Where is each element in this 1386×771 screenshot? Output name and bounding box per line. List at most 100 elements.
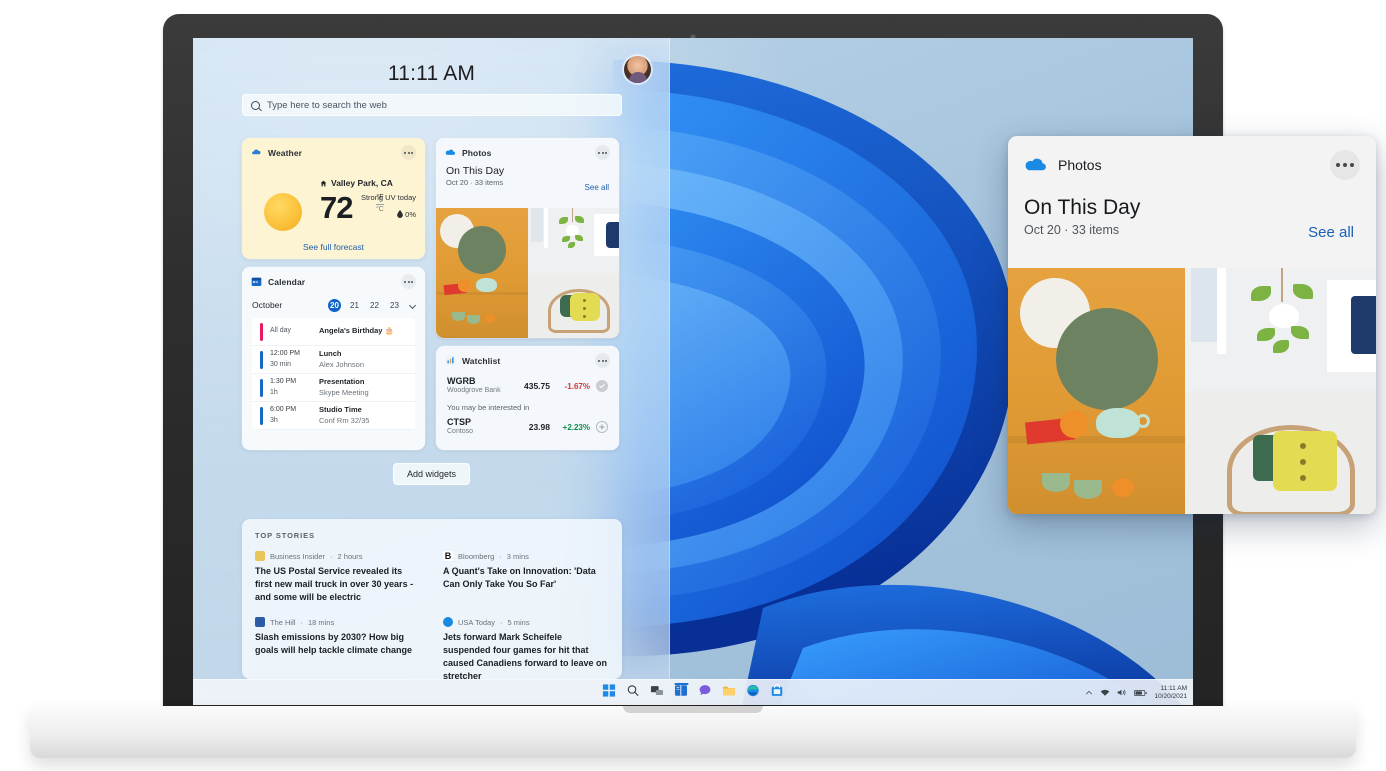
task-view-button[interactable] — [650, 684, 664, 702]
news-source: USA Today — [458, 617, 495, 627]
widgets-clock: 11:11 AM — [387, 62, 476, 85]
battery-icon[interactable] — [1134, 684, 1148, 702]
photos-expanded-header: Photos — [1008, 136, 1376, 180]
news-feed: TOP STORIES Business Insider · 2 hours T… — [242, 519, 622, 679]
more-options-icon[interactable] — [595, 353, 610, 368]
store-button[interactable] — [771, 684, 784, 702]
calendar-nav: October 20 21 22 23 — [242, 294, 425, 316]
news-headline[interactable]: Slash emissions by 2030? How big goals w… — [255, 631, 421, 657]
taskbar: 11:11 AM 10/20/2021 — [193, 679, 1193, 705]
calendar-day-21[interactable]: 21 — [348, 301, 361, 310]
photo-thumbnail-plant[interactable] — [527, 208, 619, 273]
onedrive-cloud-icon — [1025, 158, 1046, 171]
news-source-row: B Bloomberg · 3 mins — [443, 551, 609, 561]
chart-bar-icon — [445, 356, 456, 365]
photo-thumbnails-right[interactable] — [1184, 268, 1376, 514]
weather-unit-c[interactable]: °C — [376, 203, 384, 216]
calendar-event[interactable]: 1:30 PM 1h Presentation Skype Meeting — [252, 374, 415, 402]
chat-button[interactable] — [699, 684, 712, 702]
more-options-icon[interactable] — [1330, 150, 1360, 180]
calendar-widget-title: Calendar — [268, 276, 306, 287]
weather-widget-header: Weather — [242, 138, 425, 165]
clock-tray[interactable]: 11:11 AM 10/20/2021 — [1154, 685, 1187, 701]
plus-circle-icon[interactable] — [596, 421, 608, 433]
more-options-icon[interactable] — [595, 145, 610, 160]
more-options-icon[interactable] — [401, 274, 416, 289]
event-color-bar — [260, 378, 263, 397]
watchlist-widget[interactable]: Watchlist WGRB Woodgrove Bank 435.75 -1.… — [436, 346, 619, 450]
droplet-icon — [397, 210, 403, 218]
stock-symbol-block: CTSP Contoso — [447, 417, 519, 436]
more-options-icon[interactable] — [401, 145, 416, 160]
news-separator: · — [499, 617, 503, 627]
news-headline[interactable]: Jets forward Mark Scheifele suspended fo… — [443, 631, 609, 679]
calendar-event-list: All day Angela's Birthday 🎂 12:00 PM 30 … — [252, 318, 415, 430]
watchlist-suggestion-label: You may be interested in — [447, 403, 530, 412]
laptop-mockup: 11:11 AM Type here to search the web Wea… — [0, 0, 1386, 771]
see-full-forecast-link[interactable]: See full forecast — [242, 242, 425, 252]
news-story[interactable]: Business Insider · 2 hours The US Postal… — [255, 551, 421, 603]
start-button[interactable] — [602, 684, 616, 702]
event-time: 1:30 PM 1h — [270, 377, 312, 397]
chevron-down-icon[interactable] — [408, 301, 417, 309]
photos-widget[interactable]: Photos On This Day Oct 20 · 33 items See… — [436, 138, 619, 338]
tray-date: 10/20/2021 — [1154, 693, 1187, 700]
search-input[interactable]: Type here to search the web — [242, 94, 622, 116]
active-indicator — [674, 683, 688, 685]
search-button[interactable] — [627, 684, 640, 702]
news-time: 5 mins — [507, 617, 530, 627]
photo-thumbnail-plant[interactable] — [1184, 268, 1376, 391]
search-placeholder: Type here to search the web — [267, 99, 387, 111]
news-story[interactable]: The Hill · 18 mins Slash emissions by 20… — [255, 617, 421, 679]
edge-button[interactable] — [747, 684, 760, 702]
publisher-logo-icon — [443, 617, 453, 628]
show-hidden-icons-icon[interactable] — [1085, 684, 1093, 702]
news-story[interactable]: USA Today · 5 mins Jets forward Mark Sch… — [443, 617, 609, 679]
stock-price: 435.75 — [524, 381, 550, 391]
see-all-link[interactable]: See all — [1308, 224, 1354, 241]
news-headline[interactable]: A Quant's Take on Innovation: 'Data Can … — [443, 565, 609, 591]
avatar[interactable] — [624, 56, 651, 83]
check-circle-icon[interactable] — [596, 380, 608, 392]
event-color-bar — [260, 350, 263, 369]
calendar-event[interactable]: 12:00 PM 30 min Lunch Alex Johnson — [252, 346, 415, 374]
news-story[interactable]: B Bloomberg · 3 mins A Quant's Take on I… — [443, 551, 609, 603]
news-source-row: USA Today · 5 mins — [443, 617, 609, 628]
photos-expanded-collage[interactable] — [1008, 268, 1376, 514]
photo-thumbnail-chair[interactable] — [1184, 391, 1376, 514]
stock-symbol-block: WGRB Woodgrove Bank — [447, 376, 519, 395]
speaker-icon[interactable] — [1117, 684, 1127, 702]
photo-thumbnails-right[interactable] — [527, 208, 619, 338]
event-time: All day — [270, 327, 292, 335]
photo-thumbnail-teapot[interactable] — [1008, 268, 1185, 514]
news-separator: · — [499, 551, 502, 561]
calendar-day-23[interactable]: 23 — [388, 301, 401, 310]
event-subtitle: Conf Rm 32/35 — [319, 415, 370, 425]
photos-title: On This Day — [446, 165, 505, 177]
publisher-logo-icon — [255, 617, 265, 628]
calendar-day-22[interactable]: 22 — [368, 301, 381, 310]
see-all-link[interactable]: See all — [585, 183, 609, 192]
stock-price: 23.98 — [528, 422, 550, 432]
news-source: Bloomberg — [458, 551, 495, 561]
calendar-widget[interactable]: Calendar October 20 21 22 23 All day Ang… — [242, 267, 425, 450]
photos-widget-expanded[interactable]: Photos On This Day Oct 20 · 33 items See… — [1008, 136, 1376, 514]
news-source: Business Insider — [270, 551, 326, 561]
file-explorer-button[interactable] — [723, 684, 736, 702]
calendar-event[interactable]: All day Angela's Birthday 🎂 — [252, 318, 415, 346]
calendar-event[interactable]: 6:00 PM 3h Studio Time Conf Rm 32/35 — [252, 402, 415, 430]
event-color-bar — [260, 322, 263, 341]
watchlist-row[interactable]: WGRB Woodgrove Bank 435.75 -1.67% — [436, 373, 619, 399]
calendar-day-20[interactable]: 20 — [328, 298, 341, 312]
add-widgets-button[interactable]: Add widgets — [392, 463, 471, 485]
photo-thumbnail-chair[interactable] — [527, 273, 619, 338]
weather-body: Valley Park, CA 72 °F °C Strong UV today… — [242, 165, 425, 249]
weather-widget[interactable]: Weather Valley Park, CA 72 °F °C Strong … — [242, 138, 425, 259]
watchlist-row[interactable]: CTSP Contoso 23.98 +2.23% — [436, 414, 619, 440]
watchlist-widget-header: Watchlist — [436, 346, 619, 373]
photos-collage[interactable] — [436, 208, 619, 338]
photo-thumbnail-teapot[interactable] — [436, 208, 528, 338]
news-headline[interactable]: The US Postal Service revealed its first… — [255, 565, 421, 603]
wifi-icon[interactable] — [1100, 684, 1110, 702]
widgets-button[interactable] — [674, 683, 688, 702]
